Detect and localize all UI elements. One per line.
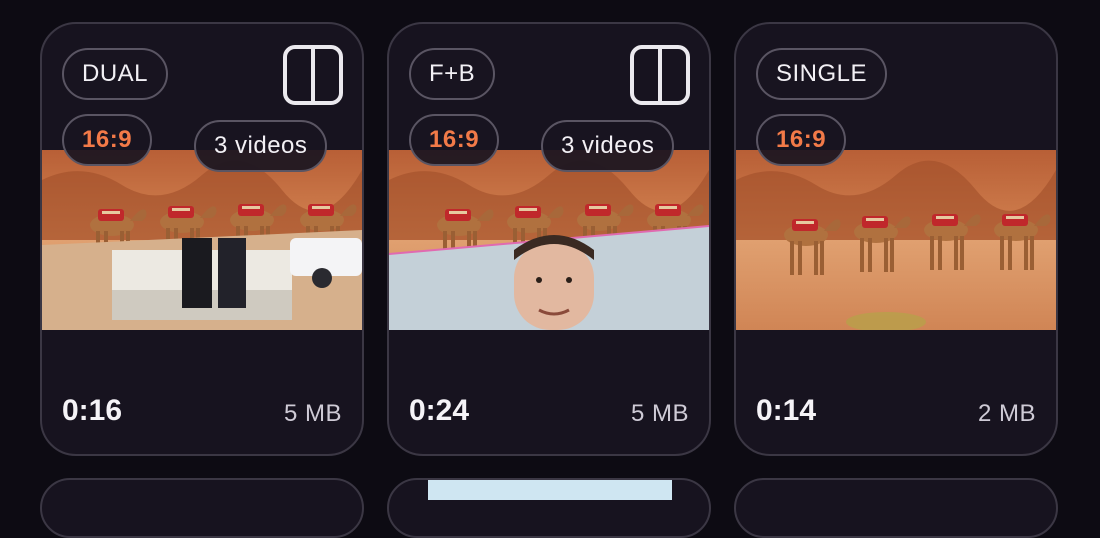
duration-label: 0:14 xyxy=(756,394,817,427)
duration-label: 0:24 xyxy=(409,394,470,427)
video-thumbnail[interactable] xyxy=(389,150,709,330)
file-size-label: 5 MB xyxy=(283,400,342,427)
aspect-ratio-badge: 16:9 xyxy=(409,114,500,166)
split-layout-icon[interactable] xyxy=(629,44,691,106)
video-card-partial[interactable] xyxy=(734,478,1058,538)
aspect-ratio-badge: 16:9 xyxy=(62,114,153,166)
video-thumbnail-partial xyxy=(428,480,672,500)
video-card-partial[interactable] xyxy=(40,478,364,538)
video-count-badge: 3 videos xyxy=(541,120,675,172)
video-card-front-back[interactable]: F+B 16:9 3 videos 0:24 5 MB xyxy=(387,22,711,456)
file-size-label: 2 MB xyxy=(977,400,1036,427)
video-card-dual[interactable]: DUAL 16:9 3 videos 0:16 5 MB xyxy=(40,22,364,456)
file-size-label: 5 MB xyxy=(630,400,689,427)
split-layout-icon[interactable] xyxy=(282,44,344,106)
duration-label: 0:16 xyxy=(62,394,123,427)
video-count-badge: 3 videos xyxy=(194,120,328,172)
video-thumbnail[interactable] xyxy=(736,150,1056,330)
video-thumbnail[interactable] xyxy=(42,150,362,330)
video-card-single[interactable]: SINGLE 16:9 0:14 2 MB xyxy=(734,22,1058,456)
mode-badge: SINGLE xyxy=(756,48,888,100)
mode-badge: F+B xyxy=(409,48,496,100)
mode-badge: DUAL xyxy=(62,48,169,100)
aspect-ratio-badge: 16:9 xyxy=(756,114,847,166)
